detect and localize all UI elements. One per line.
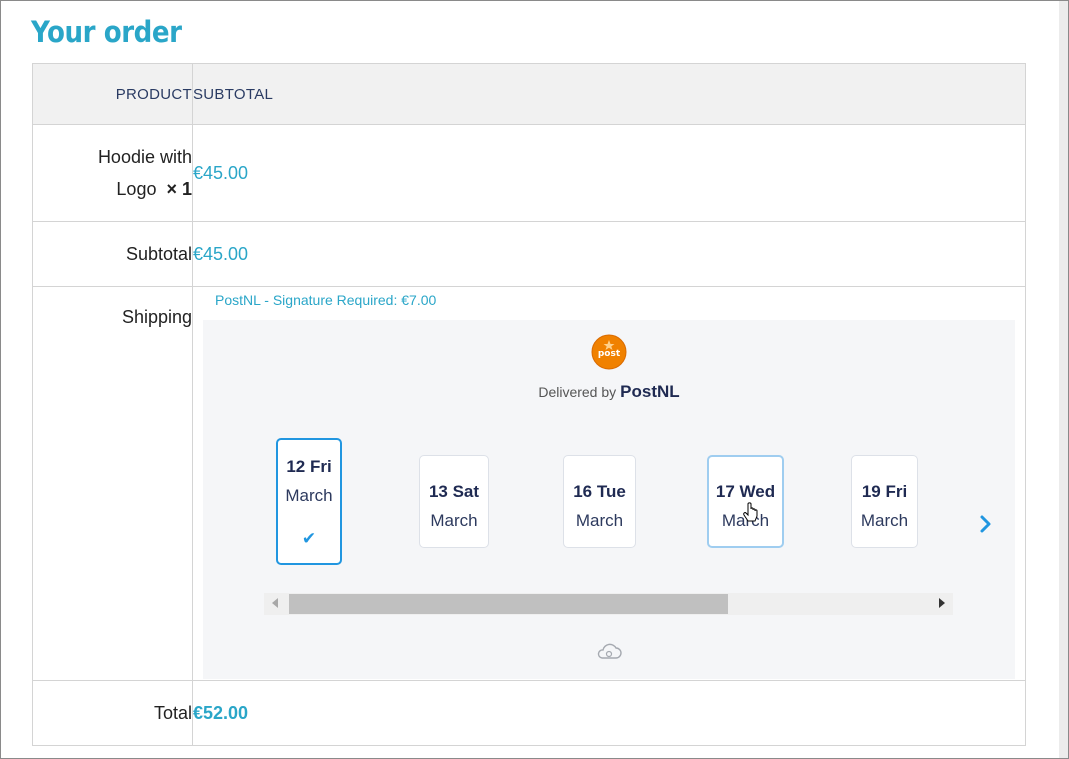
delivery-day-label: 12 Fri	[286, 457, 332, 476]
chevron-right-icon[interactable]	[976, 514, 996, 534]
delivery-day-month: March	[860, 511, 909, 530]
shipping-row: Shipping PostNL - Signature Required: €7…	[32, 286, 1026, 681]
delivered-by-text: Delivered by PostNL	[203, 382, 1015, 402]
days-scrollbar[interactable]	[264, 593, 953, 615]
delivery-options-widget: post Delivered by PostNL 12 Fri March ✔ 1…	[203, 320, 1015, 679]
postnl-logo-icon: post	[591, 334, 627, 370]
check-icon: ✔	[301, 529, 317, 548]
page-title: Your order	[31, 15, 182, 49]
total-value: €52.00	[192, 680, 1026, 746]
total-label: Total	[32, 680, 193, 746]
page-scrollbar[interactable]	[1059, 1, 1068, 758]
delivery-day-label: 13 Sat	[428, 482, 480, 501]
scroll-right-arrow-icon[interactable]	[939, 598, 945, 608]
product-quantity: × 1	[166, 179, 192, 199]
delivery-day-month: March	[575, 511, 624, 530]
delivered-by-label: Delivered by	[538, 384, 617, 400]
total-row: Total €52.00	[32, 680, 1026, 746]
subtotal-value: €45.00	[192, 221, 1026, 287]
subtotal-row: Subtotal €45.00	[32, 221, 1026, 287]
order-table: PRODUCT SUBTOTAL Hoodie with Logo × 1 €45…	[32, 63, 1026, 746]
scroll-left-arrow-icon[interactable]	[272, 598, 278, 608]
column-header-product: PRODUCT	[32, 63, 193, 125]
delivery-day-option[interactable]: 16 Tue March	[563, 455, 636, 548]
delivery-day-label: 19 Fri	[861, 482, 908, 501]
shipping-method[interactable]: PostNL - Signature Required: €7.00	[215, 292, 1025, 314]
delivery-day-label: 16 Tue	[573, 482, 626, 501]
delivery-day-month: March	[430, 511, 478, 530]
scrollbar-thumb[interactable]	[289, 594, 728, 614]
delivery-day-option[interactable]: 12 Fri March ✔	[276, 438, 342, 565]
subtotal-label: Subtotal	[32, 221, 193, 287]
carrier-name: PostNL	[620, 382, 680, 401]
column-header-subtotal: SUBTOTAL	[192, 63, 1026, 125]
cloud-icon	[597, 643, 622, 659]
delivery-day-label: 17 Wed	[715, 482, 776, 501]
delivery-day-option[interactable]: 19 Fri March	[851, 455, 918, 548]
mouse-pointer-icon	[743, 502, 758, 522]
table-row: Hoodie with Logo × 1 €45.00	[32, 124, 1026, 222]
table-header-row: PRODUCT SUBTOTAL	[32, 63, 1026, 125]
shipping-label: Shipping	[32, 286, 193, 681]
delivery-day-month: March	[285, 486, 333, 505]
product-cell: Hoodie with Logo × 1	[32, 124, 193, 222]
product-price: €45.00	[192, 124, 1026, 222]
shipping-cell: PostNL - Signature Required: €7.00 post …	[192, 286, 1026, 681]
delivery-day-option[interactable]: 13 Sat March	[419, 455, 489, 548]
